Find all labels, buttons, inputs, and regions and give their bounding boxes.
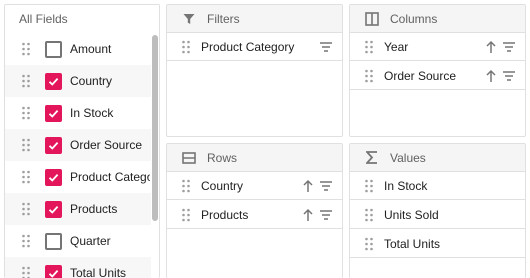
sort-ascending-icon[interactable] <box>300 178 316 194</box>
column-chip-order-source[interactable]: Order Source <box>350 62 525 90</box>
chip-label: Total Units <box>384 236 441 251</box>
column-chip-year[interactable]: Year <box>350 33 525 61</box>
field-item-amount[interactable]: Amount <box>5 33 151 65</box>
filter-chip-product-category[interactable]: Product Category <box>167 33 342 61</box>
columns-icon <box>362 11 382 27</box>
chip-label: Year <box>384 39 409 54</box>
row-chip-products[interactable]: Products <box>167 201 342 229</box>
filter-lines-icon[interactable] <box>318 39 334 55</box>
filter-lines-icon[interactable] <box>318 178 334 194</box>
filter-funnel-icon <box>179 11 199 27</box>
filter-lines-icon[interactable] <box>501 68 517 84</box>
drag-handle-icon[interactable] <box>181 208 191 222</box>
checkbox-amount[interactable] <box>45 40 62 58</box>
drag-handle-icon[interactable] <box>21 74 31 88</box>
drag-handle-icon[interactable] <box>21 138 31 152</box>
drag-handle-icon[interactable] <box>21 170 31 184</box>
value-chip-in-stock[interactable]: In Stock <box>350 172 525 200</box>
values-panel[interactable]: Values In Stock Units Sold Total Units <box>349 143 526 278</box>
checkbox-quarter[interactable] <box>45 232 62 250</box>
field-label: Quarter <box>70 234 111 248</box>
field-label: Amount <box>70 42 112 56</box>
field-list-title: All Fields <box>19 12 68 26</box>
checkbox-total-units[interactable] <box>45 264 62 278</box>
field-item-product-category[interactable]: Product Category <box>5 161 151 193</box>
drag-handle-icon[interactable] <box>21 202 31 216</box>
chip-label: Order Source <box>384 68 457 83</box>
field-item-total-units[interactable]: Total Units <box>5 257 151 278</box>
row-chip-country[interactable]: Country <box>167 172 342 200</box>
chip-label: In Stock <box>384 178 428 193</box>
rows-icon <box>179 150 199 166</box>
drag-handle-icon[interactable] <box>181 179 191 193</box>
filters-panel[interactable]: Filters Product Category <box>166 4 343 137</box>
drag-handle-icon[interactable] <box>364 237 374 251</box>
columns-header: Columns <box>350 5 525 33</box>
drag-handle-icon[interactable] <box>364 179 374 193</box>
drag-handle-icon[interactable] <box>364 40 374 54</box>
field-item-country[interactable]: Country <box>5 65 151 97</box>
value-chip-units-sold[interactable]: Units Sold <box>350 201 525 229</box>
columns-panel[interactable]: Columns Year Order Source <box>349 4 526 137</box>
filters-header: Filters <box>167 5 342 33</box>
field-item-quarter[interactable]: Quarter <box>5 225 151 257</box>
rows-title: Rows <box>207 150 238 165</box>
field-label: In Stock <box>70 106 114 120</box>
filters-title: Filters <box>207 11 240 26</box>
checkbox-product-category[interactable] <box>45 168 62 186</box>
field-label: Products <box>70 202 118 216</box>
rows-panel[interactable]: Rows Country Products <box>166 143 343 278</box>
field-item-order-source[interactable]: Order Source <box>5 129 151 161</box>
sort-ascending-icon[interactable] <box>300 207 316 223</box>
columns-title: Columns <box>390 11 438 26</box>
drag-handle-icon[interactable] <box>21 234 31 248</box>
value-chip-total-units[interactable]: Total Units <box>350 230 525 258</box>
chip-label: Units Sold <box>384 207 439 222</box>
drag-handle-icon[interactable] <box>21 42 31 56</box>
drag-handle-icon[interactable] <box>364 208 374 222</box>
field-label: Product Category <box>70 170 150 184</box>
checkbox-country[interactable] <box>45 72 62 90</box>
field-item-in-stock[interactable]: In Stock <box>5 97 151 129</box>
filter-lines-icon[interactable] <box>501 39 517 55</box>
values-header: Values <box>350 144 525 172</box>
checkbox-products[interactable] <box>45 200 62 218</box>
chip-label: Products <box>201 207 249 222</box>
rows-header: Rows <box>167 144 342 172</box>
chip-label: Product Category <box>201 39 295 54</box>
checkbox-order-source[interactable] <box>45 136 62 154</box>
field-label: Country <box>70 74 113 88</box>
sort-ascending-icon[interactable] <box>483 68 499 84</box>
field-list-header: All Fields <box>5 5 159 33</box>
sigma-icon <box>362 150 382 166</box>
drag-handle-icon[interactable] <box>364 69 374 83</box>
sort-ascending-icon[interactable] <box>483 39 499 55</box>
field-label: Total Units <box>70 266 127 278</box>
field-label: Order Source <box>70 138 143 152</box>
filter-lines-icon[interactable] <box>318 207 334 223</box>
drag-handle-icon[interactable] <box>21 266 31 278</box>
field-list-scrollbar[interactable] <box>152 35 158 221</box>
drag-handle-icon[interactable] <box>181 40 191 54</box>
drag-handle-icon[interactable] <box>21 106 31 120</box>
field-item-products[interactable]: Products <box>5 193 151 225</box>
chip-label: Country <box>201 178 244 193</box>
checkbox-in-stock[interactable] <box>45 104 62 122</box>
values-title: Values <box>390 150 426 165</box>
field-list-panel: All Fields Amount Country In Stock Order… <box>4 4 160 278</box>
